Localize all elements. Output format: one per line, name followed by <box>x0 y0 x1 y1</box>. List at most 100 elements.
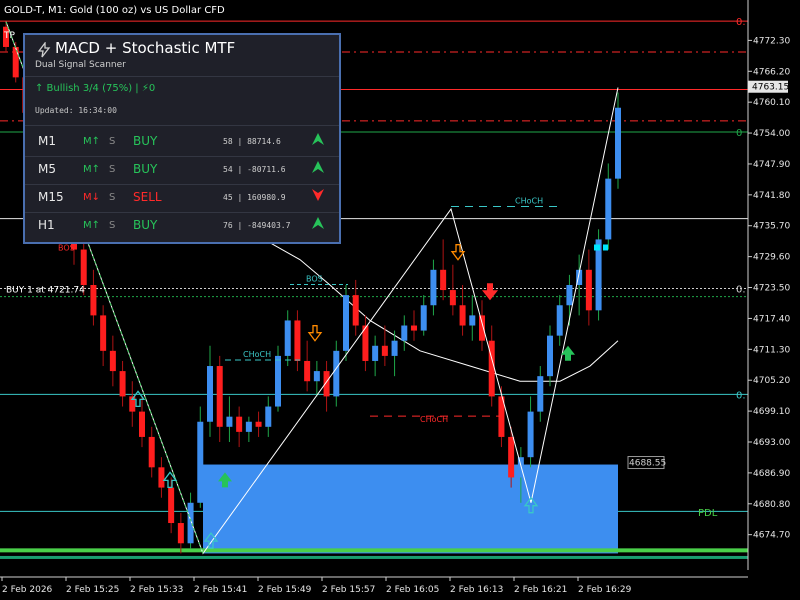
candle-body <box>275 355 281 407</box>
signal-values: 76 | -849403.7 <box>223 221 291 230</box>
y-tick-label: 4747.90 <box>753 160 790 170</box>
candle-body <box>168 487 175 524</box>
candle-body <box>401 325 408 341</box>
timeframe-label: M5 <box>38 162 56 176</box>
signal-up-icon <box>312 217 324 229</box>
y-tick-label: 4766.20 <box>753 67 790 77</box>
y-tick-label: 4723.50 <box>753 284 790 294</box>
bias-summary: ↑ Bullish 3/4 (75%) | ⚡0 <box>35 83 156 94</box>
candle-body <box>449 290 456 306</box>
candle-body <box>119 371 126 397</box>
signal-down-icon <box>312 189 324 201</box>
signal-label: BUY <box>133 218 158 232</box>
candle-body <box>605 178 612 240</box>
candle-body <box>236 416 243 432</box>
macd-direction: M↑ <box>83 220 101 231</box>
candle-body <box>566 285 573 306</box>
candle-body <box>508 436 515 478</box>
signal-label: BUY <box>133 162 158 176</box>
y-tick-label: 4760.10 <box>753 98 790 108</box>
candle-body <box>420 305 427 331</box>
y-tick-label: 4699.10 <box>753 407 790 417</box>
x-tick-label: 2 Feb 15:49 <box>258 585 312 595</box>
pdl-band <box>0 548 748 553</box>
candle-body <box>479 315 485 341</box>
y-tick-label: 4735.70 <box>753 222 790 232</box>
candle-body <box>459 305 466 326</box>
candle-body <box>245 421 252 432</box>
x-tick-label: 2 Feb 2026 <box>2 585 53 595</box>
candle-body <box>615 107 621 179</box>
y-tick-label: 4680.80 <box>753 500 790 510</box>
box-price-label-text: 4688.55 <box>629 459 666 469</box>
signal-marker <box>594 244 600 251</box>
y-tick-label: 4693.00 <box>753 438 790 448</box>
candle-body <box>304 360 311 382</box>
y-tick-label: 4674.70 <box>753 531 790 541</box>
macd-direction: M↑ <box>83 136 101 147</box>
y-tick-label: 4754.00 <box>753 129 790 139</box>
candle-body <box>372 345 379 361</box>
timeframe-row[interactable]: H1 M↑ S BUY 76 | -849403.7 <box>25 213 339 239</box>
candle-body <box>391 340 398 356</box>
y-tick-label: 4772.30 <box>753 36 790 46</box>
y-tick-label: 4686.90 <box>753 469 790 479</box>
current-price-label-text: 4763.15 <box>752 83 789 93</box>
pdl-band <box>0 555 748 559</box>
timeframe-row[interactable]: M5 M↑ S BUY 54 | -80711.6 <box>25 157 339 183</box>
signal-up-icon <box>312 133 324 145</box>
candle-body <box>411 325 417 331</box>
updated-time: Updated: 16:34:00 <box>35 106 117 115</box>
x-tick-label: 2 Feb 16:29 <box>578 585 632 595</box>
signal-values: 58 | 88714.6 <box>223 137 281 146</box>
tp-label: TP <box>3 31 15 41</box>
timeframe-label: H1 <box>38 218 55 232</box>
panel-title: MACD + Stochastic MTF <box>55 39 236 57</box>
candle-body <box>177 523 184 544</box>
candle-body <box>381 345 388 356</box>
window-title: GOLD-T, M1: Gold (100 oz) vs US Dollar C… <box>4 5 225 16</box>
candle-body <box>556 305 563 336</box>
lightning-icon <box>37 42 51 58</box>
stoch-label: S <box>109 192 116 203</box>
demand-zone-rect <box>203 464 618 554</box>
candle-body <box>284 320 291 356</box>
choch-label: CHoCH <box>420 415 448 424</box>
candle-body <box>547 335 553 377</box>
candle-body <box>187 502 194 544</box>
candle-body <box>148 436 155 468</box>
timeframe-label: M15 <box>38 190 64 204</box>
candle-body <box>313 371 320 382</box>
choch-label: CHoCH <box>243 350 271 359</box>
candle-body <box>255 421 262 427</box>
candle-body <box>585 269 592 311</box>
signal-label: BUY <box>133 134 158 148</box>
candle-body <box>294 320 301 361</box>
macd-direction: M↑ <box>83 164 101 175</box>
signal-scanner-panel[interactable]: MACD + Stochastic MTF Dual Signal Scanne… <box>23 33 341 244</box>
choch-label: CHoCH <box>515 197 543 206</box>
bos-label: BOS <box>306 274 323 283</box>
trade-label: BUY 1 at 4721.74 <box>6 285 85 295</box>
candle-body <box>430 269 437 306</box>
y-tick-label: 4705.20 <box>753 376 790 386</box>
y-tick-label: 4711.30 <box>753 345 790 355</box>
timeframe-row[interactable]: M15 M↓ S SELL 45 | 160980.9 <box>25 185 339 211</box>
level-label: 0. <box>736 285 746 296</box>
signal-label: SELL <box>133 190 162 204</box>
timeframe-row[interactable]: M1 M↑ S BUY 58 | 88714.6 <box>25 129 339 155</box>
x-tick-label: 2 Feb 15:33 <box>130 585 183 595</box>
x-tick-label: 2 Feb 15:57 <box>322 585 375 595</box>
bos-label: BOS <box>58 244 75 253</box>
stoch-label: S <box>109 136 116 147</box>
x-tick-label: 2 Feb 15:25 <box>66 585 119 595</box>
signal-values: 45 | 160980.9 <box>223 193 286 202</box>
macd-direction: M↓ <box>83 192 101 203</box>
panel-divider <box>25 76 339 77</box>
candle-body <box>527 411 534 458</box>
candle-body <box>265 406 272 427</box>
y-tick-label: 4729.60 <box>753 253 790 263</box>
signal-up-icon <box>312 161 324 173</box>
candle-body <box>440 269 447 291</box>
candle-body <box>139 411 145 437</box>
